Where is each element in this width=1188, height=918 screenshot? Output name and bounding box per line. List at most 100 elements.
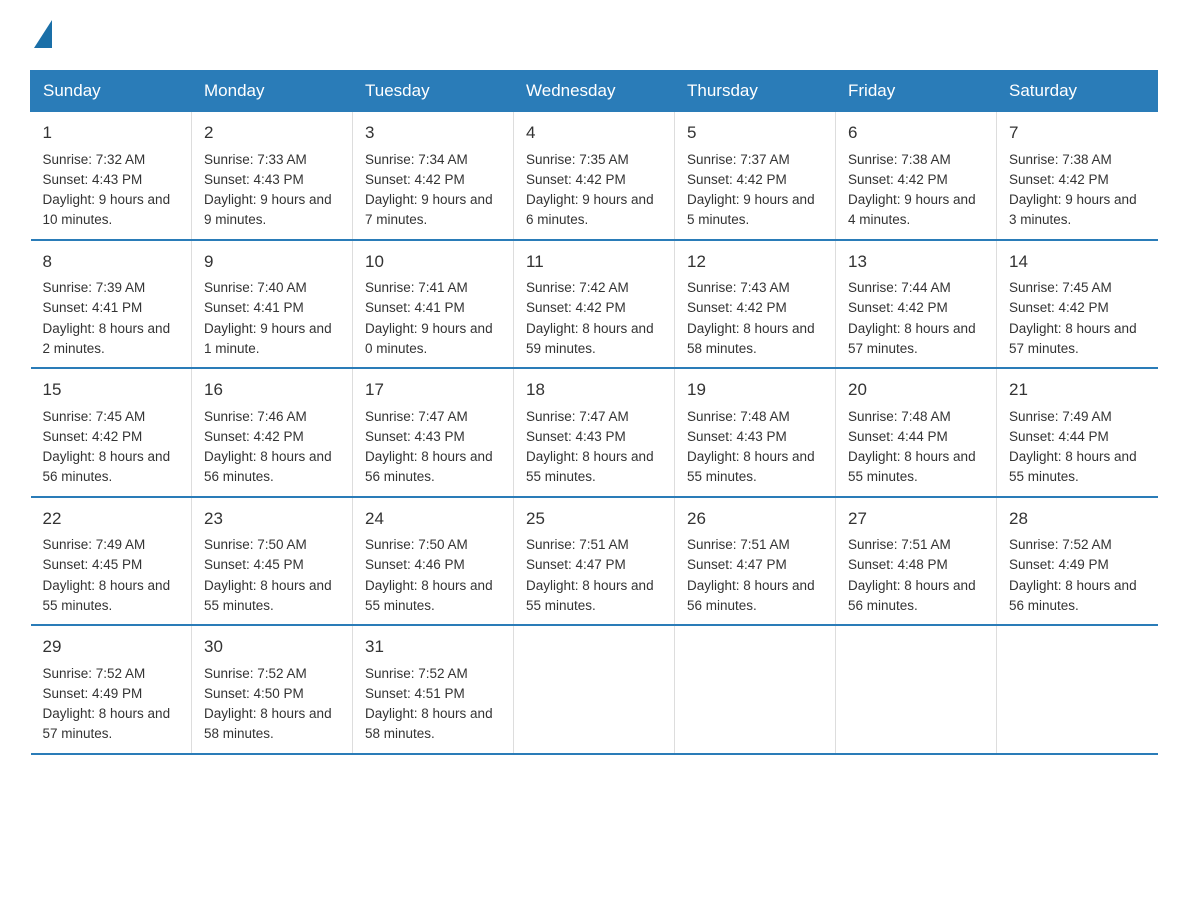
- day-number: 10: [365, 249, 501, 275]
- calendar-cell: 8 Sunrise: 7:39 AMSunset: 4:41 PMDaylight…: [31, 240, 192, 369]
- header-wednesday: Wednesday: [514, 71, 675, 112]
- calendar-cell: [836, 625, 997, 754]
- day-number: 22: [43, 506, 180, 532]
- calendar-cell: 23 Sunrise: 7:50 AMSunset: 4:45 PMDayligh…: [192, 497, 353, 626]
- day-number: 7: [1009, 120, 1146, 146]
- day-info: Sunrise: 7:49 AMSunset: 4:44 PMDaylight:…: [1009, 409, 1137, 485]
- day-number: 21: [1009, 377, 1146, 403]
- day-number: 23: [204, 506, 340, 532]
- day-number: 31: [365, 634, 501, 660]
- calendar-cell: [675, 625, 836, 754]
- header-monday: Monday: [192, 71, 353, 112]
- day-number: 18: [526, 377, 662, 403]
- calendar-cell: 10 Sunrise: 7:41 AMSunset: 4:41 PMDayligh…: [353, 240, 514, 369]
- day-info: Sunrise: 7:50 AMSunset: 4:45 PMDaylight:…: [204, 537, 332, 613]
- day-number: 24: [365, 506, 501, 532]
- calendar-cell: 4Sunrise: 7:35 AMSunset: 4:42 PMDaylight…: [514, 112, 675, 240]
- day-number: 16: [204, 377, 340, 403]
- calendar-cell: 29 Sunrise: 7:52 AMSunset: 4:49 PMDayligh…: [31, 625, 192, 754]
- logo: [30, 20, 52, 50]
- day-info: Sunrise: 7:49 AMSunset: 4:45 PMDaylight:…: [43, 537, 171, 613]
- calendar-cell: [514, 625, 675, 754]
- calendar-cell: 24 Sunrise: 7:50 AMSunset: 4:46 PMDayligh…: [353, 497, 514, 626]
- day-info: Sunrise: 7:52 AMSunset: 4:50 PMDaylight:…: [204, 666, 332, 742]
- calendar-cell: 27 Sunrise: 7:51 AMSunset: 4:48 PMDayligh…: [836, 497, 997, 626]
- calendar-cell: 22 Sunrise: 7:49 AMSunset: 4:45 PMDayligh…: [31, 497, 192, 626]
- calendar-cell: 20Sunrise: 7:48 AMSunset: 4:44 PMDayligh…: [836, 368, 997, 497]
- day-info: Sunrise: 7:47 AMSunset: 4:43 PMDaylight:…: [365, 409, 493, 485]
- calendar-cell: 25Sunrise: 7:51 AMSunset: 4:47 PMDayligh…: [514, 497, 675, 626]
- day-number: 12: [687, 249, 823, 275]
- calendar-cell: 28 Sunrise: 7:52 AMSunset: 4:49 PMDayligh…: [997, 497, 1158, 626]
- day-number: 27: [848, 506, 984, 532]
- calendar-cell: 11Sunrise: 7:42 AMSunset: 4:42 PMDayligh…: [514, 240, 675, 369]
- day-info: Sunrise: 7:39 AMSunset: 4:41 PMDaylight:…: [43, 280, 171, 356]
- calendar-cell: 1 Sunrise: 7:32 AMSunset: 4:43 PMDaylight…: [31, 112, 192, 240]
- calendar-cell: 7 Sunrise: 7:38 AMSunset: 4:42 PMDaylight…: [997, 112, 1158, 240]
- header-thursday: Thursday: [675, 71, 836, 112]
- header-tuesday: Tuesday: [353, 71, 514, 112]
- day-info: Sunrise: 7:48 AMSunset: 4:43 PMDaylight:…: [687, 409, 815, 485]
- day-info: Sunrise: 7:45 AMSunset: 4:42 PMDaylight:…: [1009, 280, 1137, 356]
- day-number: 26: [687, 506, 823, 532]
- day-info: Sunrise: 7:46 AMSunset: 4:42 PMDaylight:…: [204, 409, 332, 485]
- day-info: Sunrise: 7:38 AMSunset: 4:42 PMDaylight:…: [848, 152, 976, 228]
- calendar-cell: 15 Sunrise: 7:45 AMSunset: 4:42 PMDayligh…: [31, 368, 192, 497]
- header-saturday: Saturday: [997, 71, 1158, 112]
- day-number: 9: [204, 249, 340, 275]
- day-number: 3: [365, 120, 501, 146]
- day-number: 25: [526, 506, 662, 532]
- calendar-table: Sunday Monday Tuesday Wednesday Thursday…: [30, 70, 1158, 755]
- day-info: Sunrise: 7:37 AMSunset: 4:42 PMDaylight:…: [687, 152, 815, 228]
- day-info: Sunrise: 7:50 AMSunset: 4:46 PMDaylight:…: [365, 537, 493, 613]
- calendar-week-row: 15 Sunrise: 7:45 AMSunset: 4:42 PMDayligh…: [31, 368, 1158, 497]
- day-number: 17: [365, 377, 501, 403]
- day-number: 8: [43, 249, 180, 275]
- calendar-week-row: 29 Sunrise: 7:52 AMSunset: 4:49 PMDayligh…: [31, 625, 1158, 754]
- day-info: Sunrise: 7:51 AMSunset: 4:48 PMDaylight:…: [848, 537, 976, 613]
- day-number: 2: [204, 120, 340, 146]
- day-info: Sunrise: 7:43 AMSunset: 4:42 PMDaylight:…: [687, 280, 815, 356]
- calendar-cell: 5Sunrise: 7:37 AMSunset: 4:42 PMDaylight…: [675, 112, 836, 240]
- calendar-cell: 14 Sunrise: 7:45 AMSunset: 4:42 PMDayligh…: [997, 240, 1158, 369]
- day-number: 11: [526, 249, 662, 275]
- day-info: Sunrise: 7:45 AMSunset: 4:42 PMDaylight:…: [43, 409, 171, 485]
- day-info: Sunrise: 7:47 AMSunset: 4:43 PMDaylight:…: [526, 409, 654, 485]
- day-info: Sunrise: 7:44 AMSunset: 4:42 PMDaylight:…: [848, 280, 976, 356]
- calendar-week-row: 1 Sunrise: 7:32 AMSunset: 4:43 PMDaylight…: [31, 112, 1158, 240]
- calendar-week-row: 22 Sunrise: 7:49 AMSunset: 4:45 PMDayligh…: [31, 497, 1158, 626]
- day-info: Sunrise: 7:33 AMSunset: 4:43 PMDaylight:…: [204, 152, 332, 228]
- calendar-header-row: Sunday Monday Tuesday Wednesday Thursday…: [31, 71, 1158, 112]
- calendar-cell: 13 Sunrise: 7:44 AMSunset: 4:42 PMDayligh…: [836, 240, 997, 369]
- day-number: 30: [204, 634, 340, 660]
- day-info: Sunrise: 7:52 AMSunset: 4:49 PMDaylight:…: [1009, 537, 1137, 613]
- calendar-cell: 9 Sunrise: 7:40 AMSunset: 4:41 PMDaylight…: [192, 240, 353, 369]
- day-number: 4: [526, 120, 662, 146]
- day-info: Sunrise: 7:34 AMSunset: 4:42 PMDaylight:…: [365, 152, 493, 228]
- calendar-cell: 19Sunrise: 7:48 AMSunset: 4:43 PMDayligh…: [675, 368, 836, 497]
- calendar-cell: 18 Sunrise: 7:47 AMSunset: 4:43 PMDayligh…: [514, 368, 675, 497]
- calendar-cell: 21 Sunrise: 7:49 AMSunset: 4:44 PMDayligh…: [997, 368, 1158, 497]
- calendar-cell: 26 Sunrise: 7:51 AMSunset: 4:47 PMDayligh…: [675, 497, 836, 626]
- day-info: Sunrise: 7:51 AMSunset: 4:47 PMDaylight:…: [687, 537, 815, 613]
- day-number: 14: [1009, 249, 1146, 275]
- day-info: Sunrise: 7:41 AMSunset: 4:41 PMDaylight:…: [365, 280, 493, 356]
- day-info: Sunrise: 7:52 AMSunset: 4:49 PMDaylight:…: [43, 666, 171, 742]
- day-number: 29: [43, 634, 180, 660]
- day-info: Sunrise: 7:32 AMSunset: 4:43 PMDaylight:…: [43, 152, 171, 228]
- calendar-cell: 3 Sunrise: 7:34 AMSunset: 4:42 PMDaylight…: [353, 112, 514, 240]
- calendar-cell: 31Sunrise: 7:52 AMSunset: 4:51 PMDayligh…: [353, 625, 514, 754]
- day-number: 6: [848, 120, 984, 146]
- header-friday: Friday: [836, 71, 997, 112]
- logo-triangle-icon: [34, 20, 52, 48]
- day-number: 15: [43, 377, 180, 403]
- day-number: 13: [848, 249, 984, 275]
- day-info: Sunrise: 7:38 AMSunset: 4:42 PMDaylight:…: [1009, 152, 1137, 228]
- day-info: Sunrise: 7:40 AMSunset: 4:41 PMDaylight:…: [204, 280, 332, 356]
- calendar-cell: 30 Sunrise: 7:52 AMSunset: 4:50 PMDayligh…: [192, 625, 353, 754]
- calendar-cell: 16 Sunrise: 7:46 AMSunset: 4:42 PMDayligh…: [192, 368, 353, 497]
- day-number: 1: [43, 120, 180, 146]
- day-number: 28: [1009, 506, 1146, 532]
- day-info: Sunrise: 7:48 AMSunset: 4:44 PMDaylight:…: [848, 409, 976, 485]
- header-sunday: Sunday: [31, 71, 192, 112]
